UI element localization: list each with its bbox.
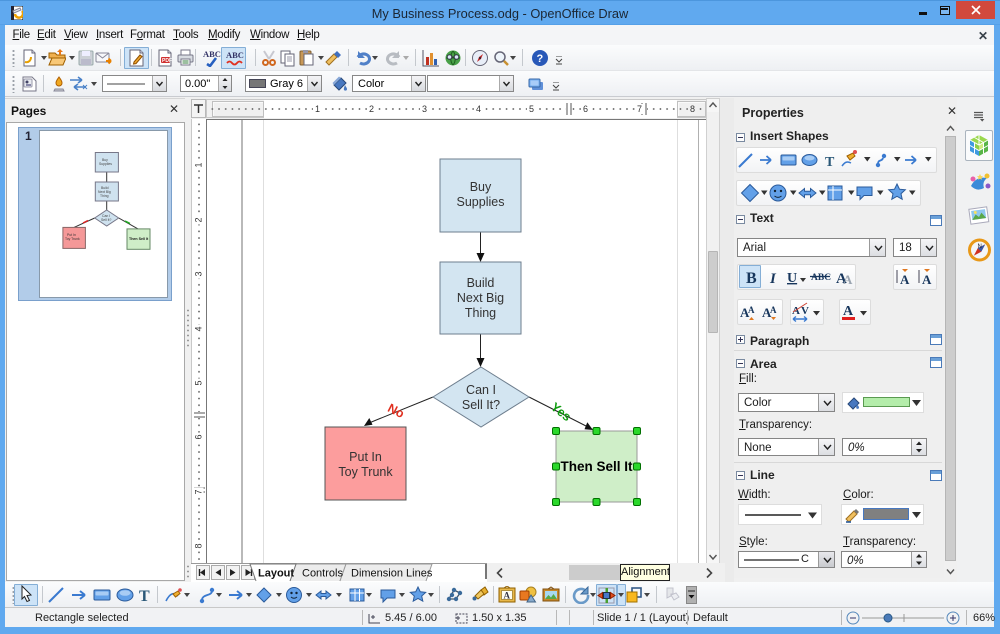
svg-text:A: A [770, 305, 777, 315]
svg-text:A: A [922, 272, 932, 287]
svg-text:U: U [787, 271, 797, 286]
svg-text:A: A [900, 272, 910, 287]
svg-text:V: V [801, 305, 809, 317]
svg-text:ABC: ABC [203, 49, 221, 59]
svg-text:Can I: Can I [466, 383, 496, 397]
svg-text:ABC: ABC [226, 50, 244, 60]
svg-text:Then Sell It: Then Sell It [129, 237, 149, 241]
svg-text:A: A [843, 272, 853, 287]
svg-text:T: T [139, 588, 150, 604]
svg-text:PDF: PDF [162, 58, 172, 64]
svg-text:Put In: Put In [349, 450, 382, 464]
svg-text:Toy Trunk: Toy Trunk [65, 237, 80, 241]
svg-text:B: B [746, 270, 757, 287]
svg-text:I: I [769, 271, 777, 287]
svg-text:A: A [748, 305, 755, 315]
svg-text:Supplies: Supplies [457, 195, 505, 209]
svg-text:N: N [978, 244, 982, 250]
svg-text:ABC: ABC [811, 273, 831, 283]
svg-text:Thing: Thing [465, 306, 496, 320]
svg-text:Thing: Thing [100, 194, 109, 198]
svg-text:Yes: Yes [548, 400, 574, 424]
svg-text:?: ? [537, 53, 544, 65]
svg-text:Dimension Lines: Dimension Lines [351, 568, 433, 580]
svg-text:Controls: Controls [302, 568, 343, 580]
svg-text:A: A [504, 591, 511, 601]
svg-text:A: A [792, 305, 800, 317]
svg-text:Sell It?: Sell It? [462, 398, 500, 412]
svg-text:Next Big: Next Big [457, 291, 504, 305]
svg-text:No: No [385, 401, 407, 421]
svg-text:A: A [843, 304, 854, 319]
svg-text:Layout: Layout [258, 568, 294, 580]
svg-text:Toy Trunk: Toy Trunk [338, 465, 393, 479]
svg-text:Build: Build [467, 276, 495, 290]
svg-text:T: T [825, 155, 835, 170]
svg-text:Sell It?: Sell It? [101, 218, 111, 222]
svg-text:Buy: Buy [470, 180, 492, 194]
svg-text:Supplies: Supplies [99, 162, 112, 166]
svg-text:Then Sell It: Then Sell It [560, 459, 633, 474]
